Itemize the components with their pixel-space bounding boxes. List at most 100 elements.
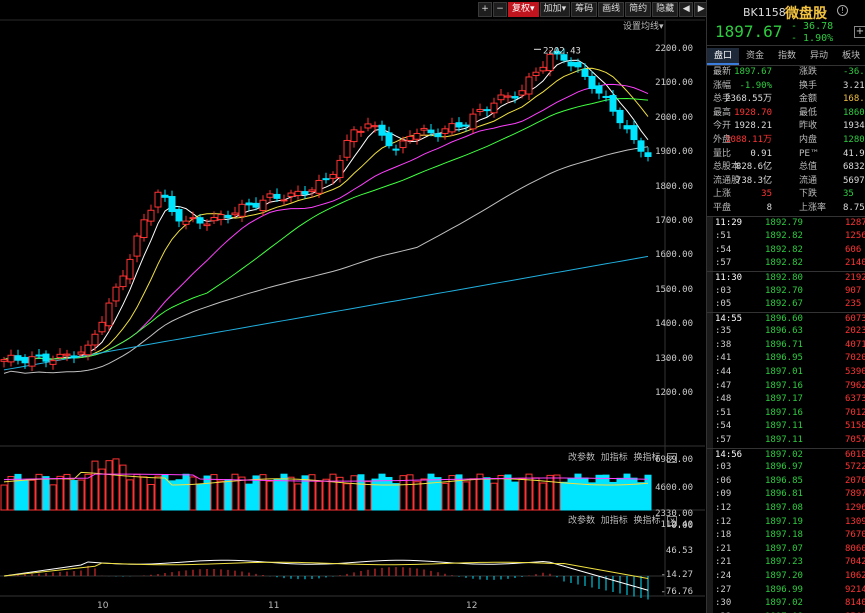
candle-body bbox=[224, 214, 232, 219]
zoom-out-button[interactable]: − bbox=[493, 2, 507, 17]
candle-body bbox=[329, 173, 337, 179]
tick-time: :48 bbox=[715, 394, 732, 405]
macd-change-params-button[interactable]: 改参数 bbox=[568, 516, 595, 526]
tab-yidong[interactable]: 异动 bbox=[803, 48, 835, 65]
kline-chart-area[interactable]: 2202.43 + − 复权▾ 加加▾ 筹码 画线 简约 隐藏 ◀ ▶ 设置均线… bbox=[0, 0, 709, 613]
tick-price: 1892.82 bbox=[765, 244, 803, 255]
candle-body bbox=[168, 196, 176, 213]
tick-row: :27 1896.99 9214 bbox=[707, 583, 865, 598]
volume-bar bbox=[588, 482, 596, 511]
quote-value: 168.66 bbox=[843, 94, 865, 105]
quote-value: 1088.11万 bbox=[725, 134, 772, 145]
ma20-line bbox=[3, 83, 649, 361]
tab-zijin[interactable]: 资金 bbox=[739, 48, 771, 65]
volume-bar bbox=[238, 476, 246, 511]
tick-price: 1896.97 bbox=[765, 462, 803, 473]
tab-pankou[interactable]: 盘口 bbox=[707, 48, 740, 65]
tab-bankuai[interactable]: 板块 bbox=[835, 48, 865, 65]
tick-row-marker bbox=[707, 420, 713, 435]
info-icon[interactable]: ! bbox=[837, 5, 848, 16]
volume-bar bbox=[364, 481, 372, 511]
add-watch-icon[interactable]: + bbox=[854, 26, 865, 38]
tick-price: 1897.07 bbox=[765, 543, 803, 554]
tick-volume: 6018 bbox=[845, 449, 865, 460]
candle-body bbox=[0, 359, 8, 362]
tick-volume: 907 bbox=[845, 285, 862, 296]
quote-value: 3.21 bbox=[843, 80, 865, 91]
tick-row-marker bbox=[707, 257, 713, 271]
yincang-button[interactable]: 隐藏 bbox=[652, 2, 679, 17]
tick-volume: 6073 bbox=[845, 313, 865, 324]
volume-bar bbox=[147, 483, 155, 511]
tick-row-marker bbox=[707, 515, 713, 530]
tick-row: :41 1896.95 7020 bbox=[707, 352, 865, 367]
volume-bar bbox=[630, 477, 638, 511]
candle-body bbox=[259, 199, 267, 212]
tick-time: :54 bbox=[715, 421, 732, 432]
quote-key: 上涨 bbox=[713, 189, 732, 200]
tick-volume: 7057 bbox=[845, 435, 865, 446]
candle-body bbox=[567, 61, 575, 67]
candle-body bbox=[35, 354, 43, 357]
volume-bar bbox=[294, 483, 302, 511]
volume-bar bbox=[280, 473, 288, 511]
tick-price: 1897.02 bbox=[765, 449, 803, 460]
chouma-button[interactable]: 筹码 bbox=[571, 2, 598, 17]
tick-price: 1896.60 bbox=[765, 313, 803, 324]
quote-value: 35 bbox=[843, 189, 854, 200]
volume-bar bbox=[560, 481, 568, 511]
quote-value: 5697 bbox=[843, 175, 865, 186]
ma-setting-dropdown[interactable]: 设置均线▾ bbox=[623, 19, 664, 32]
tick-time: :06 bbox=[715, 475, 732, 486]
tick-row: :09 1896.81 7897 bbox=[707, 488, 865, 502]
candle-body bbox=[448, 123, 456, 133]
candle-body bbox=[455, 122, 463, 128]
huaxian-button[interactable]: 画线 bbox=[598, 2, 625, 17]
vol-add-indicator-button[interactable]: 加指标 bbox=[601, 453, 628, 463]
tick-price: 1892.70 bbox=[765, 285, 803, 296]
macd-axis-label: 46.53 bbox=[665, 546, 693, 556]
vol-change-params-button[interactable]: 改参数 bbox=[568, 453, 595, 463]
jianyue-button[interactable]: 简约 bbox=[625, 2, 652, 17]
quote-key: 换手 bbox=[799, 80, 818, 91]
tick-row-marker bbox=[707, 448, 713, 463]
volume-bar bbox=[490, 482, 498, 511]
quote-key: 涨幅 bbox=[713, 80, 732, 91]
volume-bar bbox=[518, 478, 526, 511]
fuquan-dropdown[interactable]: 复权▾ bbox=[508, 2, 539, 17]
volume-bar bbox=[357, 474, 365, 511]
tick-time: :30 bbox=[715, 598, 732, 609]
candle-body bbox=[182, 220, 190, 225]
volume-bar bbox=[245, 483, 253, 511]
candle-body bbox=[546, 53, 554, 72]
quote-value: -36.7 bbox=[843, 67, 865, 77]
quote-key: 量比 bbox=[713, 148, 732, 159]
nav-left-icon[interactable]: ◀ bbox=[679, 2, 694, 17]
tick-price: 1897.20 bbox=[765, 570, 803, 581]
candle-body bbox=[231, 212, 239, 216]
volume-bar bbox=[196, 483, 204, 511]
volume-bar bbox=[28, 479, 36, 511]
tick-price: 1897.16 bbox=[765, 407, 803, 418]
tick-price: 1892.82 bbox=[765, 231, 803, 242]
ma30-line bbox=[3, 98, 649, 361]
jiahua-dropdown[interactable]: 加加▾ bbox=[539, 2, 571, 17]
candle-body bbox=[266, 193, 274, 198]
zoom-in-button[interactable]: + bbox=[478, 2, 492, 17]
tick-price: 1897.16 bbox=[765, 380, 803, 391]
quote-key: 最新 bbox=[713, 67, 732, 77]
tick-time: :51 bbox=[715, 231, 732, 242]
volume-bar bbox=[252, 475, 260, 511]
tick-list[interactable]: 11:29 1892.79 1287:51 1892.82 1256:54 1892.82… bbox=[707, 215, 865, 613]
tick-time: :44 bbox=[715, 367, 732, 378]
tab-zhishu[interactable]: 指数 bbox=[771, 48, 803, 65]
quote-value: 1934.4 bbox=[843, 121, 865, 132]
macd-add-indicator-button[interactable]: 加指标 bbox=[601, 516, 628, 526]
candle-body bbox=[91, 333, 99, 346]
tick-price: 1897.17 bbox=[765, 394, 803, 405]
peak-price-label: 2202.43 bbox=[543, 46, 581, 56]
tick-volume: 606 bbox=[845, 244, 862, 255]
ma10-line bbox=[3, 67, 649, 361]
tick-volume: 235 bbox=[845, 299, 862, 310]
candle-body bbox=[287, 192, 295, 197]
